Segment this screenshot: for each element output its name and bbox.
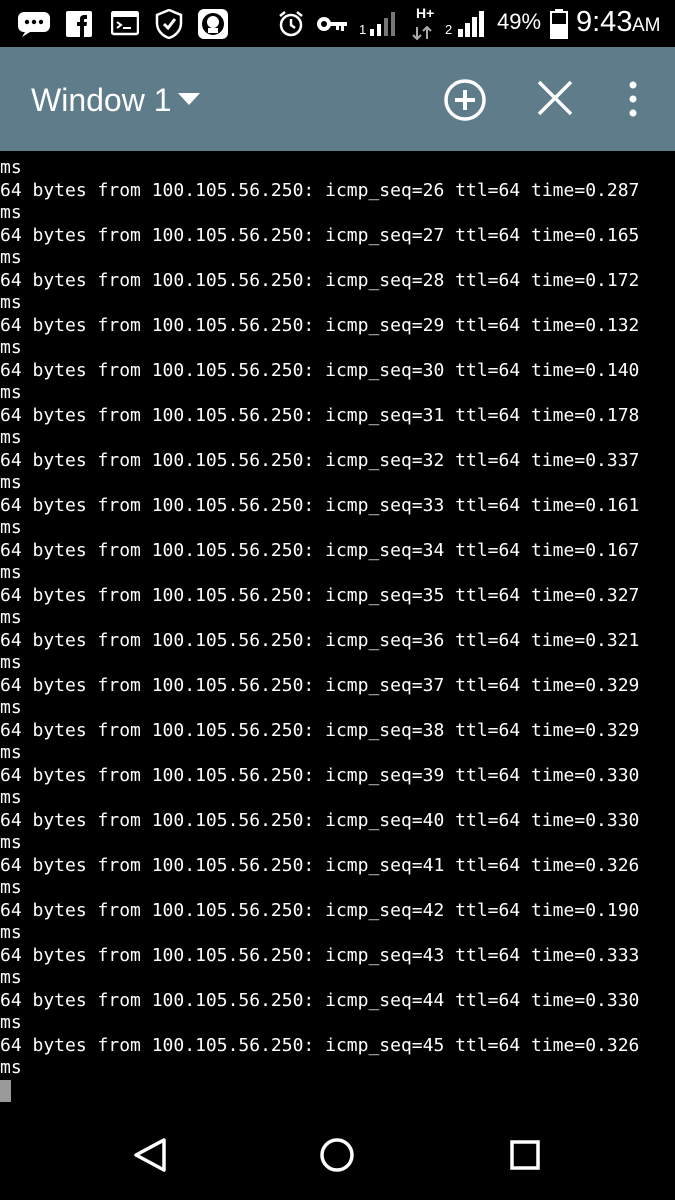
app-badge-icon (197, 9, 229, 39)
terminal-line: ms (0, 292, 22, 313)
battery-icon (548, 9, 570, 39)
signal-icon (368, 9, 398, 39)
terminal-line: ms (0, 607, 22, 628)
network-type: H+ (416, 5, 435, 21)
terminal-line: ms (0, 247, 22, 268)
terminal-line: ms (0, 787, 22, 808)
terminal-line: 64 bytes from 100.105.56.250: icmp_seq=4… (0, 899, 640, 921)
terminal-line: 64 bytes from 100.105.56.250: icmp_seq=4… (0, 989, 640, 1011)
window-title[interactable]: Window 1 (31, 80, 172, 120)
recents-square-icon (510, 1140, 540, 1170)
vpn-shield-icon (154, 9, 184, 39)
window-dropdown-icon[interactable] (178, 92, 200, 111)
terminal-line: ms (0, 562, 22, 583)
terminal-line: 64 bytes from 100.105.56.250: icmp_seq=3… (0, 764, 640, 786)
add-window-icon (444, 79, 486, 121)
status-bar: 1 H+ 2 49% 9:43 AM (0, 0, 675, 47)
overflow-menu-button[interactable] (624, 79, 642, 119)
action-bar: Window 1 (0, 47, 675, 151)
terminal-line: 64 bytes from 100.105.56.250: icmp_seq=3… (0, 584, 640, 606)
terminal-line: 64 bytes from 100.105.56.250: icmp_seq=4… (0, 944, 640, 966)
terminal-line: ms (0, 427, 22, 448)
terminal-line: ms (0, 922, 22, 943)
home-button[interactable] (315, 1133, 359, 1177)
terminal-line: ms (0, 967, 22, 988)
terminal-line: 64 bytes from 100.105.56.250: icmp_seq=3… (0, 359, 640, 381)
navigation-bar (0, 1107, 675, 1200)
terminal-line: ms (0, 1057, 22, 1078)
vpn-key-icon (316, 9, 348, 39)
terminal-line: 64 bytes from 100.105.56.250: icmp_seq=2… (0, 314, 640, 336)
terminal-line: 64 bytes from 100.105.56.250: icmp_seq=4… (0, 809, 640, 831)
terminal-line: 64 bytes from 100.105.56.250: icmp_seq=2… (0, 269, 640, 291)
signal-icon (456, 9, 486, 39)
terminal-cursor (0, 1080, 11, 1102)
terminal-line: ms (0, 472, 22, 493)
messages-icon (16, 9, 52, 39)
terminal-line: ms (0, 877, 22, 898)
close-window-icon (537, 80, 573, 116)
terminal-line: ms (0, 382, 22, 403)
terminal-line: ms (0, 742, 22, 763)
terminal-line: 64 bytes from 100.105.56.250: icmp_seq=3… (0, 674, 640, 696)
terminal-line: ms (0, 517, 22, 538)
close-window-button[interactable] (535, 78, 575, 118)
terminal-line: 64 bytes from 100.105.56.250: icmp_seq=3… (0, 719, 640, 741)
back-triangle-icon (134, 1138, 166, 1172)
terminal-line: 64 bytes from 100.105.56.250: icmp_seq=3… (0, 539, 640, 561)
terminal-line: 64 bytes from 100.105.56.250: icmp_seq=2… (0, 224, 640, 246)
terminal-line: 64 bytes from 100.105.56.250: icmp_seq=2… (0, 179, 640, 201)
terminal-line: 64 bytes from 100.105.56.250: icmp_seq=4… (0, 1034, 640, 1056)
terminal-line: ms (0, 832, 22, 853)
data-arrows-icon (410, 24, 434, 42)
terminal-line: 64 bytes from 100.105.56.250: icmp_seq=3… (0, 449, 640, 471)
terminal-output[interactable]: ms 64 bytes from 100.105.56.250: icmp_seq… (0, 157, 675, 1107)
sim2-label: 2 (445, 22, 453, 37)
sim1-label: 1 (359, 22, 367, 37)
terminal-line: ms (0, 202, 22, 223)
terminal-line: 64 bytes from 100.105.56.250: icmp_seq=3… (0, 629, 640, 651)
alarm-icon (276, 9, 306, 39)
terminal-line: 64 bytes from 100.105.56.250: icmp_seq=3… (0, 494, 640, 516)
add-window-button[interactable] (442, 77, 488, 123)
terminal-line: 64 bytes from 100.105.56.250: icmp_seq=3… (0, 404, 640, 426)
terminal-line: ms (0, 1012, 22, 1033)
back-button[interactable] (128, 1133, 172, 1177)
terminal-app-icon (110, 9, 140, 39)
terminal-line: 64 bytes from 100.105.56.250: icmp_seq=4… (0, 854, 640, 876)
terminal-line: ms (0, 652, 22, 673)
terminal-line: ms (0, 697, 22, 718)
clock: 9:43 (576, 6, 633, 38)
battery-percent: 49% (497, 9, 542, 34)
home-circle-icon (320, 1138, 354, 1172)
overflow-menu-icon (629, 81, 637, 117)
terminal-line: ms (0, 157, 22, 178)
recents-button[interactable] (503, 1133, 547, 1177)
terminal-line: ms (0, 337, 22, 358)
clock-ampm: AM (632, 15, 661, 36)
facebook-icon (65, 9, 93, 39)
